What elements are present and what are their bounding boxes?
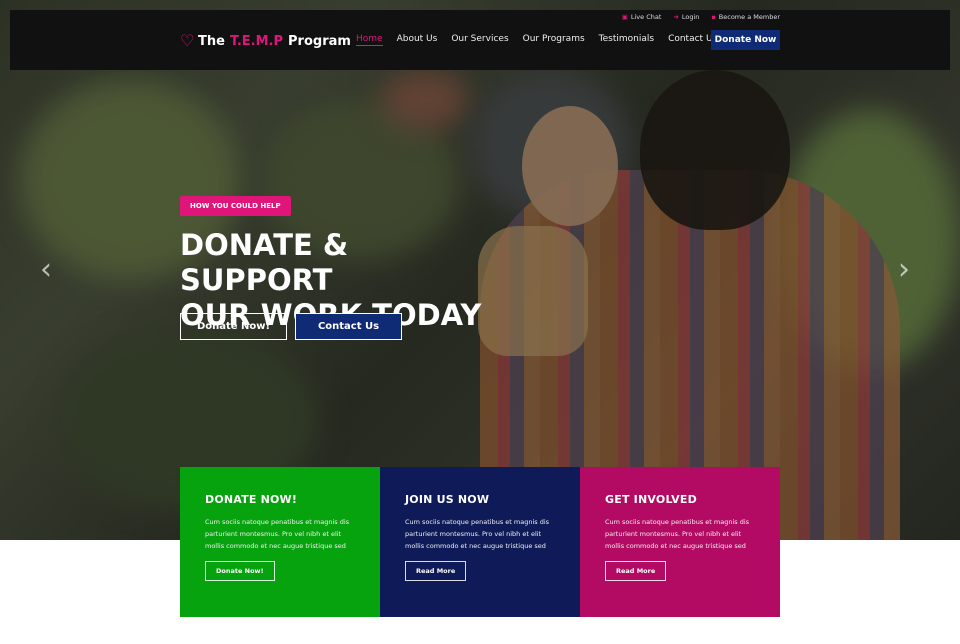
card-title: DONATE NOW! [205,493,298,506]
nav-item-our-programs[interactable]: Our Programs [523,34,585,46]
chat-icon: ▣ [621,13,628,21]
card-text: Cum sociis natoque penatibus et magnis d… [605,518,750,550]
card-title: JOIN US NOW [405,493,490,506]
join-us-card: JOIN US NOW Cum sociis natoque penatibus… [380,467,580,617]
login-label: Login [681,13,700,21]
utility-links: ▣ Live Chat ➜ Login ▪ Become a Member [622,13,780,21]
main-nav: Home About Us Our Services Our Programs … [356,34,717,46]
chevron-right-icon[interactable]: › [898,252,910,288]
login-link[interactable]: ➜ Login [673,13,699,21]
live-chat-label: Live Chat [630,13,662,21]
page: ♡ The T.E.M.P Program ▣ Live Chat ➜ Login … [0,0,960,644]
hero-badge: HOW YOU COULD HELP [180,196,291,216]
nav-item-our-services[interactable]: Our Services [451,34,508,46]
lock-icon: ▪ [711,13,716,21]
site-header: ♡ The T.E.M.P Program ▣ Live Chat ➜ Login … [10,10,950,70]
hero-donate-button[interactable]: Donate Now! [180,313,287,340]
heart-icon: ♡ [180,31,195,50]
card-title: GET INVOLVED [605,493,697,506]
card-text: Cum sociis natoque penatibus et magnis d… [205,518,350,550]
card-text: Cum sociis natoque penatibus et magnis d… [405,518,550,550]
card-read-more-button[interactable]: Read More [405,561,467,581]
nav-item-home[interactable]: Home [356,34,383,46]
login-icon: ➜ [673,13,679,21]
donate-card: DONATE NOW! Cum sociis natoque penatibus… [180,467,380,617]
become-member-label: Become a Member [718,13,780,21]
site-logo[interactable]: ♡ The T.E.M.P Program [180,30,351,52]
nav-item-contact-us[interactable]: Contact Us [668,34,717,46]
donate-now-nav-button[interactable]: Donate Now [711,30,780,50]
hero-headline-line-1: DONATE & SUPPORT [180,228,349,297]
logo-text-prefix: The [198,33,225,49]
nav-item-testimonials[interactable]: Testimonials [599,34,654,46]
nav-item-about-us[interactable]: About Us [397,34,438,46]
card-read-more-button[interactable]: Read More [605,561,667,581]
live-chat-link[interactable]: ▣ Live Chat [622,13,662,21]
logo-text-highlight: T.E.M.P [229,33,284,49]
card-donate-button[interactable]: Donate Now! [205,561,275,581]
chevron-left-icon[interactable]: ‹ [40,252,52,288]
become-member-link[interactable]: ▪ Become a Member [711,13,780,21]
hero-contact-button[interactable]: Contact Us [295,313,402,340]
logo-text-suffix: Program [288,33,351,49]
get-involved-card: GET INVOLVED Cum sociis natoque penatibu… [580,467,780,617]
